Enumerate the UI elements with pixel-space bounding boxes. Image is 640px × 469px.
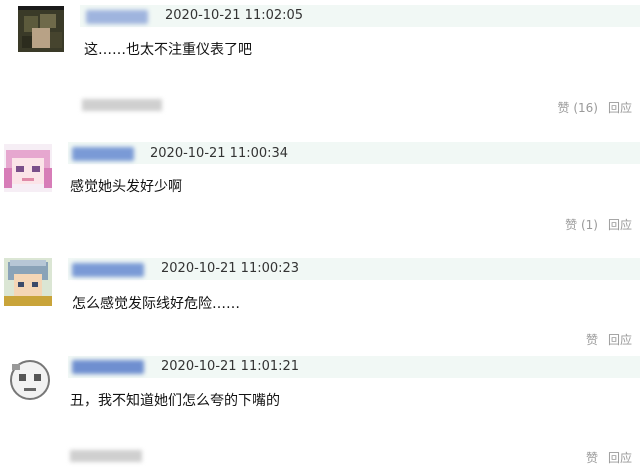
like-label: 赞 bbox=[557, 101, 570, 115]
comment-text: 感觉她头发好少啊 bbox=[70, 179, 182, 195]
avatar[interactable] bbox=[4, 144, 52, 192]
author-name[interactable] bbox=[72, 147, 134, 161]
like-button[interactable]: 赞 (1) bbox=[565, 217, 598, 233]
comment-item: 2020-10-21 11:00:23 怎么感觉发际线好危险…… 赞回应 bbox=[0, 240, 640, 352]
author-name[interactable] bbox=[72, 263, 144, 277]
reply-button[interactable]: 回应 bbox=[608, 217, 632, 233]
comment-item: 2020-10-21 11:02:05 这……也太不注重仪表了吧 赞 (16) 回… bbox=[0, 0, 640, 120]
reply-preview bbox=[82, 99, 162, 111]
avatar[interactable] bbox=[18, 6, 64, 52]
comment-item: 2020-10-21 11:00:34 感觉她头发好少啊 赞 (1) 回应 bbox=[0, 120, 640, 240]
comment-timestamp: 2020-10-21 11:00:34 bbox=[150, 146, 289, 161]
reply-button[interactable]: 回应 bbox=[608, 450, 632, 466]
like-label: 赞 bbox=[585, 333, 598, 347]
comment-timestamp: 2020-10-21 11:00:23 bbox=[161, 261, 300, 276]
reply-button[interactable]: 回应 bbox=[608, 100, 632, 116]
comment-timestamp: 2020-10-21 11:01:21 bbox=[161, 359, 300, 374]
comment-actions: 赞 (16) 回应 bbox=[558, 100, 633, 116]
like-count: (1) bbox=[580, 218, 598, 232]
comment-actions: 赞回应 bbox=[586, 450, 632, 466]
avatar[interactable] bbox=[4, 258, 52, 306]
comment-header bbox=[68, 258, 640, 280]
comment-actions: 赞 (1) 回应 bbox=[565, 217, 632, 233]
like-label: 赞 bbox=[565, 218, 578, 232]
author-name[interactable] bbox=[72, 360, 144, 374]
comment-text: 怎么感觉发际线好危险…… bbox=[72, 296, 240, 312]
like-button[interactable]: 赞 bbox=[586, 332, 598, 348]
avatar[interactable] bbox=[6, 356, 54, 404]
author-name[interactable] bbox=[86, 10, 148, 24]
comment-text: 这……也太不注重仪表了吧 bbox=[84, 42, 252, 58]
like-button[interactable]: 赞 bbox=[586, 450, 598, 466]
reply-preview bbox=[70, 450, 142, 462]
comment-header bbox=[80, 5, 640, 27]
comment-item: 2020-10-21 11:01:21 丑，我不知道她们怎么夸的下嘴的 赞回应 bbox=[0, 352, 640, 469]
reply-button[interactable]: 回应 bbox=[608, 332, 632, 348]
comment-timestamp: 2020-10-21 11:02:05 bbox=[165, 8, 304, 23]
like-label: 赞 bbox=[585, 451, 598, 465]
comment-list: 2020-10-21 11:02:05 这……也太不注重仪表了吧 赞 (16) 回… bbox=[0, 0, 640, 469]
comment-header bbox=[68, 356, 640, 378]
like-button[interactable]: 赞 (16) bbox=[558, 100, 598, 116]
comment-actions: 赞回应 bbox=[586, 332, 632, 348]
like-count: (16) bbox=[573, 101, 598, 115]
comment-text: 丑，我不知道她们怎么夸的下嘴的 bbox=[70, 393, 280, 409]
